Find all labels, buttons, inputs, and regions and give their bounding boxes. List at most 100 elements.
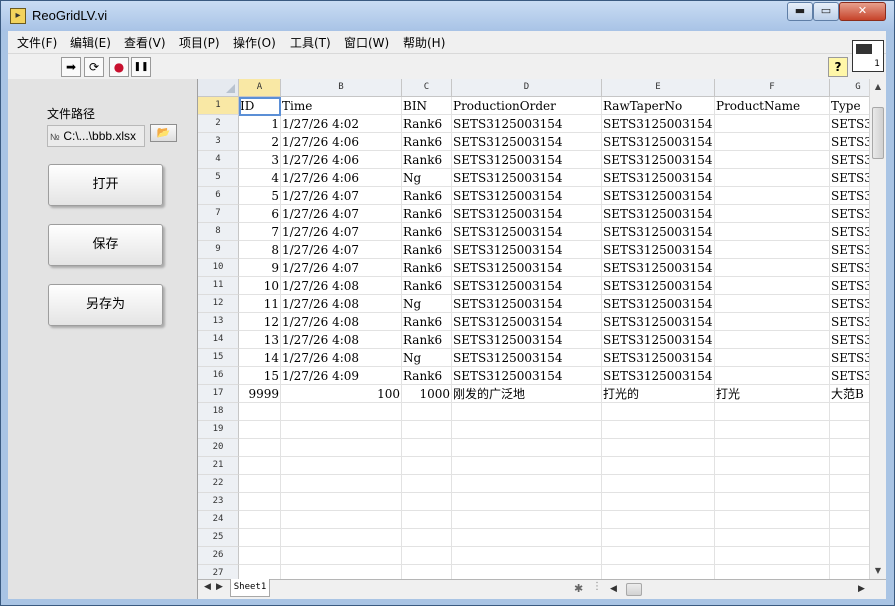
table-cell[interactable]: Rank6 <box>402 133 451 151</box>
table-cell[interactable] <box>715 241 829 259</box>
tab-prev-icon[interactable]: ◀ <box>204 582 211 592</box>
table-cell[interactable]: SETS3125003154 <box>602 223 714 241</box>
table-cell[interactable]: SETS3125003154 <box>602 115 714 133</box>
select-all-corner[interactable] <box>198 79 239 97</box>
table-cell[interactable] <box>715 223 829 241</box>
table-cell[interactable]: Rank6 <box>402 331 451 349</box>
table-cell[interactable]: 5 <box>239 187 280 205</box>
table-cell[interactable]: 13 <box>239 331 280 349</box>
menu-edit[interactable]: 编辑(E) <box>70 34 111 51</box>
pause-icon[interactable]: ❚❚ <box>131 57 151 77</box>
table-cell[interactable]: 14 <box>239 349 280 367</box>
table-cell[interactable]: Ng <box>402 169 451 187</box>
row-header[interactable]: 18 <box>198 403 239 421</box>
table-cell[interactable]: Rank6 <box>402 187 451 205</box>
table-cell[interactable]: 1/27/26 4:07 <box>281 223 401 241</box>
table-cell[interactable]: SETS3125003154 <box>602 151 714 169</box>
table-cell[interactable]: 1/27/26 4:08 <box>281 331 401 349</box>
menu-operate[interactable]: 操作(O) <box>233 34 276 51</box>
run-arrow-icon[interactable]: ➡ <box>61 57 81 77</box>
table-cell[interactable]: 9 <box>239 259 280 277</box>
table-cell[interactable]: SETS3125003154 <box>452 133 601 151</box>
table-cell[interactable]: 7 <box>239 223 280 241</box>
file-path-field[interactable]: № C:\...\bbb.xlsx <box>47 125 145 147</box>
table-cell[interactable]: SETS3125003154 <box>452 277 601 295</box>
table-cell[interactable]: RawTaperNo <box>602 97 714 115</box>
table-cell[interactable]: 打光 <box>715 385 829 403</box>
table-cell[interactable]: 1/27/26 4:06 <box>281 169 401 187</box>
tab-next-icon[interactable]: ▶ <box>216 582 223 592</box>
row-header[interactable]: 25 <box>198 529 239 547</box>
table-cell[interactable]: SETS3125003154 <box>602 133 714 151</box>
column-header[interactable]: E <box>602 79 715 97</box>
table-cell[interactable]: 6 <box>239 205 280 223</box>
table-cell[interactable]: 1/27/26 4:07 <box>281 259 401 277</box>
row-header[interactable]: 13 <box>198 313 239 331</box>
table-cell[interactable]: 11 <box>239 295 280 313</box>
table-cell[interactable]: 打光的 <box>602 385 714 403</box>
table-cell[interactable]: Ng <box>402 349 451 367</box>
table-cell[interactable]: 1/27/26 4:08 <box>281 295 401 313</box>
table-cell[interactable]: Rank6 <box>402 259 451 277</box>
menu-tools[interactable]: 工具(T) <box>290 34 331 51</box>
menu-project[interactable]: 项目(P) <box>179 34 220 51</box>
table-cell[interactable]: SETS3125003154 <box>602 259 714 277</box>
save-as-button[interactable]: 另存为 <box>48 284 163 326</box>
table-cell[interactable]: SETS3125003154 <box>452 187 601 205</box>
close-button[interactable]: ✕ <box>839 2 886 21</box>
table-cell[interactable]: SETS3125003154 <box>602 313 714 331</box>
table-cell[interactable]: Rank6 <box>402 115 451 133</box>
row-header[interactable]: 26 <box>198 547 239 565</box>
table-cell[interactable]: 1/27/26 4:07 <box>281 187 401 205</box>
table-cell[interactable] <box>715 367 829 385</box>
row-header[interactable]: 11 <box>198 277 239 295</box>
table-cell[interactable]: 2 <box>239 133 280 151</box>
table-cell[interactable]: 1/27/26 4:08 <box>281 349 401 367</box>
table-cell[interactable]: SETS3125003154 <box>452 313 601 331</box>
table-cell[interactable]: SETS3125003154 <box>602 295 714 313</box>
horizontal-scrollbar[interactable]: ◀ ▶ <box>610 582 866 597</box>
table-cell[interactable]: 刚发的广泛地 <box>452 385 601 403</box>
table-cell[interactable] <box>715 349 829 367</box>
run-continuously-icon[interactable]: ⟳ <box>84 57 104 77</box>
table-cell[interactable] <box>715 169 829 187</box>
table-cell[interactable]: SETS3125003154 <box>602 277 714 295</box>
table-cell[interactable]: 12 <box>239 313 280 331</box>
column-header[interactable]: A <box>239 79 281 97</box>
table-cell[interactable] <box>715 313 829 331</box>
row-header[interactable]: 2 <box>198 115 239 133</box>
table-cell[interactable]: Rank6 <box>402 241 451 259</box>
menu-view[interactable]: 查看(V) <box>124 34 166 51</box>
table-cell[interactable]: 15 <box>239 367 280 385</box>
table-cell[interactable]: 1/27/26 4:07 <box>281 205 401 223</box>
tab-splitter-handle[interactable]: ⋮ <box>592 581 602 592</box>
row-header[interactable]: 16 <box>198 367 239 385</box>
table-cell[interactable]: SETS3125003154 <box>452 115 601 133</box>
table-cell[interactable]: ProductName <box>715 97 829 115</box>
table-cell[interactable]: 8 <box>239 241 280 259</box>
scroll-up-icon[interactable]: ▲ <box>870 79 886 95</box>
menu-help[interactable]: 帮助(H) <box>403 34 445 51</box>
row-header[interactable]: 4 <box>198 151 239 169</box>
table-cell[interactable]: 1/27/26 4:08 <box>281 277 401 295</box>
open-button[interactable]: 打开 <box>48 164 163 206</box>
scroll-left-icon[interactable]: ◀ <box>610 584 617 594</box>
save-button[interactable]: 保存 <box>48 224 163 266</box>
table-cell[interactable]: BIN <box>402 97 451 115</box>
table-cell[interactable]: SETS3125003154 <box>602 241 714 259</box>
table-cell[interactable]: 1/27/26 4:06 <box>281 133 401 151</box>
table-cell[interactable] <box>715 259 829 277</box>
spreadsheet-grid[interactable]: A B C D E F G 1 2 3 4 5 6 7 8 9 10 11 12 13 14 15 16 17 18 19 20 21… <box>197 79 886 599</box>
column-header[interactable]: B <box>281 79 402 97</box>
table-cell[interactable]: SETS3125003154 <box>602 169 714 187</box>
help-icon[interactable]: ? <box>828 57 848 77</box>
row-header[interactable]: 20 <box>198 439 239 457</box>
row-header[interactable]: 24 <box>198 511 239 529</box>
row-header[interactable]: 19 <box>198 421 239 439</box>
row-header[interactable]: 21 <box>198 457 239 475</box>
maximize-button[interactable]: ▭ <box>813 2 839 21</box>
row-header[interactable]: 23 <box>198 493 239 511</box>
table-cell[interactable] <box>715 295 829 313</box>
row-header[interactable]: 8 <box>198 223 239 241</box>
table-cell[interactable]: SETS3125003154 <box>452 241 601 259</box>
